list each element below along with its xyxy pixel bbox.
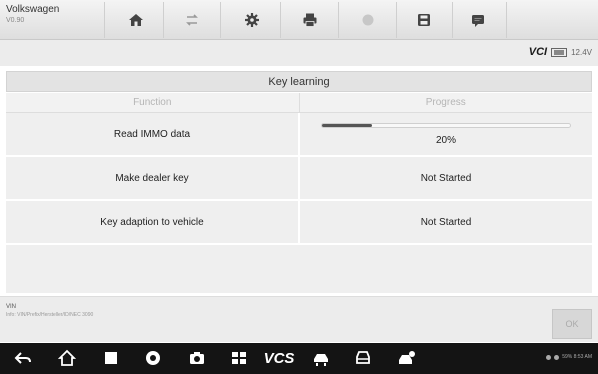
print-icon xyxy=(303,13,317,27)
home-nav-icon xyxy=(58,349,76,366)
top-toolbar: Volkswagen V0.90 xyxy=(0,0,598,40)
vcs-button[interactable]: VCS xyxy=(262,349,296,367)
print-button[interactable] xyxy=(284,3,336,37)
info-panel: VIN Info: VIN/Prefix/Hersteller/ID/NEC 3… xyxy=(0,296,598,342)
browser-button[interactable] xyxy=(142,349,164,367)
voltage-readout: 12.4V xyxy=(571,47,592,57)
back-icon xyxy=(14,352,31,364)
vci-status: VCI 12.4V xyxy=(529,46,592,58)
system-nav-bar: VCS 59% 8:53 AM xyxy=(0,343,598,374)
ok-button[interactable]: OK xyxy=(552,309,592,339)
settings-icon xyxy=(245,13,259,27)
toolbar-divider xyxy=(104,2,105,38)
camera-button[interactable] xyxy=(186,349,208,367)
browser-icon xyxy=(146,351,160,365)
progress-cell: Not Started xyxy=(300,201,592,243)
function-cell: Key adaption to vehicle xyxy=(6,201,300,243)
toolbar-divider xyxy=(163,2,164,38)
messages-button[interactable] xyxy=(452,3,504,37)
page-title: Key learning xyxy=(6,71,592,92)
progress-bar-fill xyxy=(322,123,372,127)
vcs-label: VCS xyxy=(263,349,295,367)
help-icon xyxy=(362,14,374,26)
brand-version: V0.90 xyxy=(6,17,25,24)
save-button[interactable] xyxy=(398,3,450,37)
settings-button[interactable] xyxy=(226,3,278,37)
multi-display-icon xyxy=(232,352,246,364)
progress-cell: Not Started xyxy=(300,157,592,199)
progress-text: Not Started xyxy=(420,216,472,228)
vin-label: VIN xyxy=(6,304,17,310)
progress-cell: 20% xyxy=(300,113,592,155)
home-button[interactable] xyxy=(110,3,162,37)
messages-icon xyxy=(472,15,484,27)
progress-bar xyxy=(321,122,571,128)
wifi-icon xyxy=(554,354,560,360)
car-lift-icon xyxy=(314,354,328,366)
table-row: Make dealer key Not Started xyxy=(6,157,592,201)
car-lift-button[interactable] xyxy=(310,349,332,367)
empty-table-area xyxy=(6,245,592,293)
help-button[interactable] xyxy=(342,3,394,37)
vehicle-swap-button[interactable] xyxy=(166,3,218,37)
car-service-icon xyxy=(356,351,370,364)
function-cell: Read IMMO data xyxy=(6,113,300,155)
vehicle-swap-icon xyxy=(186,14,198,26)
multi-display-button[interactable] xyxy=(228,349,250,367)
battery-time-text: 59% 8:53 AM xyxy=(562,354,592,360)
column-header-function: Function xyxy=(6,93,300,112)
car-diagnose-icon xyxy=(399,351,415,364)
brand-name: Volkswagen xyxy=(6,4,60,15)
system-status: 59% 8:53 AM xyxy=(546,354,592,360)
table-row: Read IMMO data 20% xyxy=(6,113,592,157)
table-header: Function Progress xyxy=(6,93,592,113)
notification-icon xyxy=(546,354,552,360)
toolbar-divider xyxy=(506,2,507,38)
toolbar-divider xyxy=(396,2,397,38)
progress-text: Not Started xyxy=(420,172,472,184)
save-icon xyxy=(418,14,430,26)
table-row: Key adaption to vehicle Not Started xyxy=(6,201,592,245)
car-diagnose-button[interactable] xyxy=(396,349,418,367)
home-icon xyxy=(129,14,143,26)
camera-icon xyxy=(190,352,204,364)
recent-apps-button[interactable] xyxy=(100,349,122,367)
battery-icon xyxy=(551,47,568,57)
back-button[interactable] xyxy=(12,349,34,367)
vin-detail: Info: VIN/Prefix/Hersteller/ID/NEC 3090 xyxy=(6,312,94,318)
home-nav-button[interactable] xyxy=(56,349,78,367)
progress-text: 20% xyxy=(435,134,456,146)
status-line: VCI 12.4V xyxy=(0,40,598,66)
toolbar-divider xyxy=(280,2,281,38)
column-header-progress: Progress xyxy=(425,97,466,108)
key-learning-table: Function Progress Read IMMO data 20% Mak… xyxy=(6,93,592,293)
car-service-button[interactable] xyxy=(352,349,374,367)
vehicle-brand: Volkswagen V0.90 xyxy=(6,4,86,26)
function-cell: Make dealer key xyxy=(6,157,300,199)
recent-apps-icon xyxy=(105,352,117,364)
toolbar-divider xyxy=(220,2,221,38)
vci-label: VCI xyxy=(528,46,548,58)
toolbar-divider xyxy=(338,2,339,38)
